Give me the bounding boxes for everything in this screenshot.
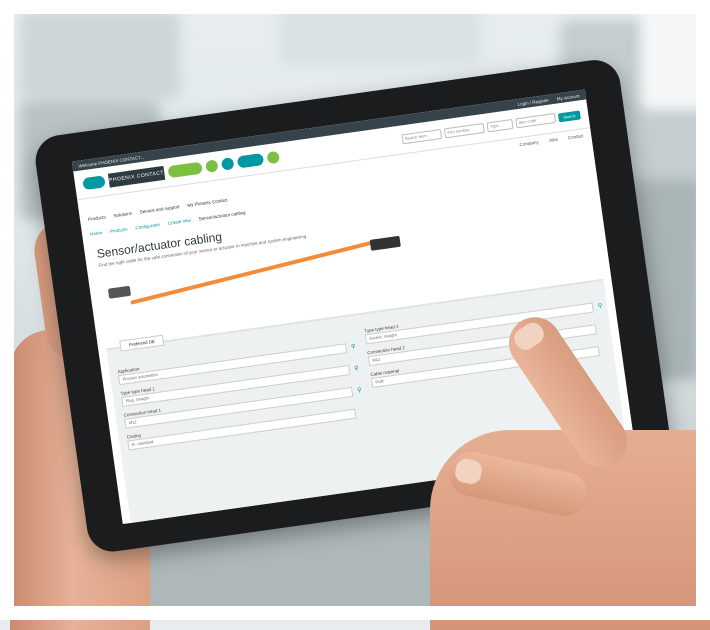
search-icon[interactable]: ⚲: [355, 386, 364, 395]
search-input[interactable]: Search term: [401, 128, 443, 145]
plug-right: [369, 235, 401, 251]
search-button[interactable]: Search: [557, 109, 581, 122]
company-link[interactable]: Company: [519, 139, 539, 147]
search-icon[interactable]: ⚲: [352, 364, 361, 373]
thumbnail: [453, 456, 484, 486]
breadcrumb-home[interactable]: Home: [90, 230, 103, 237]
breadcrumb-configurator[interactable]: Configurator: [135, 222, 160, 230]
breadcrumb-current: Sensor/actuator cabling: [198, 209, 246, 222]
type-input[interactable]: Type: [486, 118, 514, 133]
bg-light: [640, 0, 710, 110]
plug-left: [107, 285, 132, 299]
breadcrumb-products[interactable]: Products: [110, 227, 128, 234]
search-icon[interactable]: ⚲: [596, 302, 605, 311]
item-code-input[interactable]: Item code: [515, 112, 557, 129]
part-number-input[interactable]: Part number: [443, 122, 485, 139]
fingernail: [510, 318, 548, 354]
logo[interactable]: PHOENIX CONTACT: [107, 165, 166, 188]
nav-service[interactable]: Service and support: [139, 204, 179, 215]
contact-link[interactable]: Contact: [568, 133, 584, 140]
brand-pill: [220, 157, 235, 171]
nav-my-account[interactable]: My Phoenix Contact: [187, 197, 228, 208]
nav-products[interactable]: Products: [88, 214, 106, 221]
jobs-link[interactable]: Jobs: [548, 137, 558, 143]
tab-preferred[interactable]: Preferred DE: [119, 334, 165, 352]
search-icon[interactable]: ⚲: [349, 343, 358, 352]
bg-machinery: [280, 5, 480, 65]
fields-left: Application Process automation ⚲ Type typ…: [116, 331, 362, 451]
brand-pill: [236, 152, 265, 169]
brand-pill: [82, 175, 106, 191]
brand-pill: [205, 159, 219, 173]
bg-machinery: [20, 10, 180, 100]
brand-pill: [266, 150, 281, 165]
breadcrumb-create[interactable]: Create new: [168, 218, 191, 226]
nav-solutions[interactable]: Solutions: [113, 211, 132, 219]
brand-pill: [167, 161, 203, 179]
